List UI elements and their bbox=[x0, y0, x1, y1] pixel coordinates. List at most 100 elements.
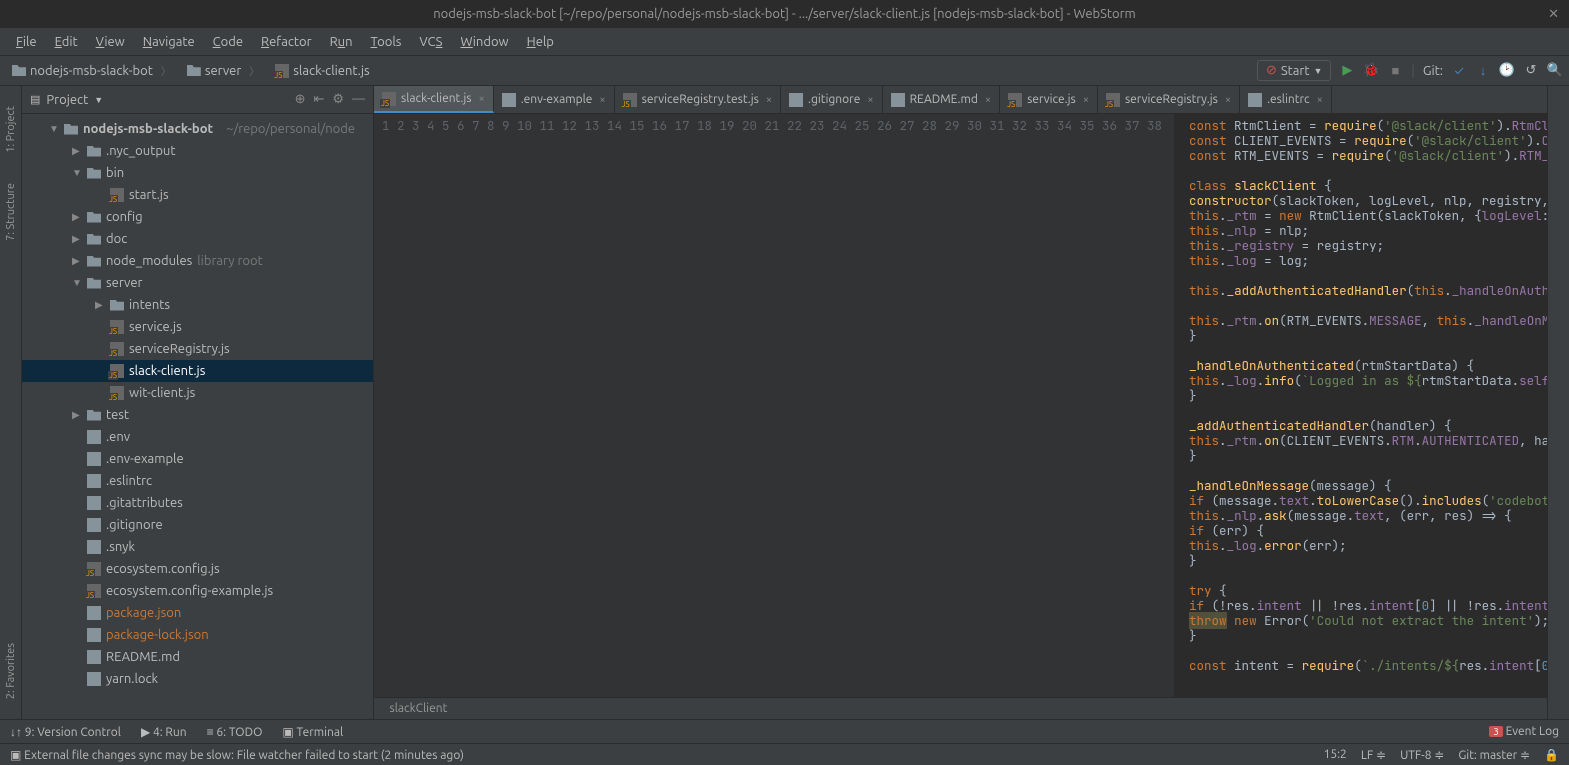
menu-edit[interactable]: Edit bbox=[47, 32, 86, 52]
folder-icon bbox=[87, 278, 101, 289]
tree-item[interactable]: start.js bbox=[22, 184, 373, 206]
stop-icon[interactable]: ■ bbox=[1387, 63, 1403, 79]
tool-event-log[interactable]: 3 Event Log bbox=[1489, 725, 1559, 738]
tree-item[interactable]: ▶config bbox=[22, 206, 373, 228]
close-icon[interactable]: × bbox=[1083, 94, 1089, 106]
js-file-icon bbox=[110, 364, 124, 378]
tree-item[interactable]: ecosystem.config-example.js bbox=[22, 580, 373, 602]
breadcrumb: nodejs-msb-slack-bot server slack-client… bbox=[6, 61, 384, 80]
file-icon bbox=[502, 93, 516, 107]
close-icon[interactable]: × bbox=[1225, 94, 1231, 106]
git-commit-icon[interactable]: ✓ bbox=[1451, 63, 1467, 79]
encoding[interactable]: UTF-8 ≑ bbox=[1400, 748, 1444, 762]
code-breadcrumb[interactable]: slackClient bbox=[374, 697, 1547, 719]
close-icon[interactable]: × bbox=[867, 94, 873, 106]
tool-version-control[interactable]: ↓↑ 9: Version Control bbox=[10, 725, 121, 739]
hide-icon[interactable]: — bbox=[352, 92, 365, 107]
tree-item[interactable]: README.md bbox=[22, 646, 373, 668]
debug-icon[interactable]: 🐞 bbox=[1363, 63, 1379, 79]
git-revert-icon[interactable]: ↺ bbox=[1523, 63, 1539, 79]
close-icon[interactable]: ✕ bbox=[1548, 7, 1559, 22]
tree-item[interactable]: .eslintrc bbox=[22, 470, 373, 492]
editor-tab[interactable]: .eslintrc× bbox=[1240, 86, 1332, 113]
tree-item[interactable]: ▶node_modules library root bbox=[22, 250, 373, 272]
sidebar-header: ▤ Project ▼ ⊕ ⇤ ⚙ — bbox=[22, 86, 373, 114]
tree-item[interactable]: slack-client.js bbox=[22, 360, 373, 382]
file-icon bbox=[87, 474, 101, 488]
editor-tab[interactable]: .gitignore× bbox=[781, 86, 883, 113]
editor-tab[interactable]: .env-example× bbox=[494, 86, 615, 113]
menu-view[interactable]: View bbox=[88, 32, 133, 52]
tree-root[interactable]: ▼ nodejs-msb-slack-bot ~/repo/personal/n… bbox=[22, 118, 373, 140]
git-history-icon[interactable]: 🕑 bbox=[1499, 63, 1515, 79]
tree-item[interactable]: .env-example bbox=[22, 448, 373, 470]
menu-refactor[interactable]: Refactor bbox=[253, 32, 320, 52]
menu-run[interactable]: Run bbox=[322, 32, 361, 52]
file-icon bbox=[87, 518, 101, 532]
close-icon[interactable]: × bbox=[766, 94, 772, 106]
search-icon[interactable]: 🔍 bbox=[1547, 63, 1563, 79]
collapse-icon[interactable]: ⇤ bbox=[313, 92, 324, 107]
git-update-icon[interactable]: ↓ bbox=[1475, 63, 1491, 79]
tool-todo[interactable]: ≡ 6: TODO bbox=[207, 725, 263, 739]
tool-run[interactable]: ▶ 4: Run bbox=[141, 725, 187, 739]
gear-icon[interactable]: ⚙ bbox=[332, 92, 344, 107]
crumb-file[interactable]: slack-client.js bbox=[269, 62, 383, 80]
tree-item[interactable]: ▶.nyc_output bbox=[22, 140, 373, 162]
menu-tools[interactable]: Tools bbox=[363, 32, 410, 52]
close-icon[interactable]: × bbox=[599, 94, 605, 106]
crumb-root[interactable]: nodejs-msb-slack-bot bbox=[6, 61, 177, 80]
tree-item[interactable]: ▶intents bbox=[22, 294, 373, 316]
js-file-icon bbox=[110, 188, 124, 202]
tree-item[interactable]: .gitattributes bbox=[22, 492, 373, 514]
cursor-position[interactable]: 15:2 bbox=[1324, 748, 1347, 761]
tree-item[interactable]: .gitignore bbox=[22, 514, 373, 536]
git-branch[interactable]: Git: master ≑ bbox=[1458, 748, 1530, 762]
tree-item[interactable]: .env bbox=[22, 426, 373, 448]
menu-code[interactable]: Code bbox=[205, 32, 251, 52]
run-icon[interactable]: ▶ bbox=[1339, 63, 1355, 79]
rail-project[interactable]: 1: Project bbox=[5, 106, 17, 153]
menu-file[interactable]: File bbox=[8, 32, 45, 52]
code-editor[interactable]: 1 2 3 4 5 6 7 8 9 10 11 12 13 14 15 16 1… bbox=[374, 114, 1547, 697]
tree-item[interactable]: yarn.lock bbox=[22, 668, 373, 690]
rail-structure[interactable]: 7: Structure bbox=[5, 183, 17, 241]
menu-navigate[interactable]: Navigate bbox=[135, 32, 203, 52]
tree-item[interactable]: package.json bbox=[22, 602, 373, 624]
js-file-icon bbox=[1008, 93, 1022, 107]
close-icon[interactable]: × bbox=[985, 94, 991, 106]
project-sidebar: ▤ Project ▼ ⊕ ⇤ ⚙ — ▼ nodejs-msb-slack-b… bbox=[22, 86, 374, 719]
crumb-folder[interactable]: server bbox=[181, 61, 265, 80]
right-rail bbox=[1547, 86, 1569, 719]
menu-window[interactable]: Window bbox=[452, 32, 516, 52]
tree-item[interactable]: ecosystem.config.js bbox=[22, 558, 373, 580]
tree-item[interactable]: wit-client.js bbox=[22, 382, 373, 404]
tree-item[interactable]: service.js bbox=[22, 316, 373, 338]
editor-tab[interactable]: serviceRegistry.js× bbox=[1098, 86, 1240, 113]
menu-help[interactable]: Help bbox=[519, 32, 562, 52]
line-ending[interactable]: LF ≑ bbox=[1361, 748, 1386, 762]
file-icon bbox=[87, 672, 101, 686]
tree-item[interactable]: ▼bin bbox=[22, 162, 373, 184]
locate-icon[interactable]: ⊕ bbox=[295, 92, 306, 107]
close-icon[interactable]: × bbox=[1317, 94, 1323, 106]
lock-icon[interactable]: 🔒 bbox=[1544, 748, 1559, 762]
editor-tab[interactable]: README.md× bbox=[883, 86, 1001, 113]
run-config-selector[interactable]: ⊘ Start ▼ bbox=[1257, 60, 1331, 81]
tree-item[interactable]: ▶doc bbox=[22, 228, 373, 250]
tree-item[interactable]: ▶test bbox=[22, 404, 373, 426]
menu-vcs[interactable]: VCS bbox=[411, 32, 450, 52]
editor-tab[interactable]: slack-client.js× bbox=[374, 86, 494, 113]
editor-tab[interactable]: service.js× bbox=[1000, 86, 1098, 113]
sidebar-title[interactable]: Project bbox=[46, 93, 88, 107]
tool-terminal[interactable]: ▣ Terminal bbox=[282, 725, 343, 739]
tree-item[interactable]: package-lock.json bbox=[22, 624, 373, 646]
project-tree[interactable]: ▼ nodejs-msb-slack-bot ~/repo/personal/n… bbox=[22, 114, 373, 719]
rail-favorites[interactable]: 2: Favorites bbox=[5, 643, 17, 699]
close-icon[interactable]: × bbox=[479, 93, 485, 105]
editor-tab[interactable]: serviceRegistry.test.js× bbox=[615, 86, 781, 113]
tree-item[interactable]: .snyk bbox=[22, 536, 373, 558]
tree-item[interactable]: serviceRegistry.js bbox=[22, 338, 373, 360]
tree-item[interactable]: ▼server bbox=[22, 272, 373, 294]
code-content[interactable]: const RtmClient = require('@slack/client… bbox=[1174, 114, 1547, 697]
